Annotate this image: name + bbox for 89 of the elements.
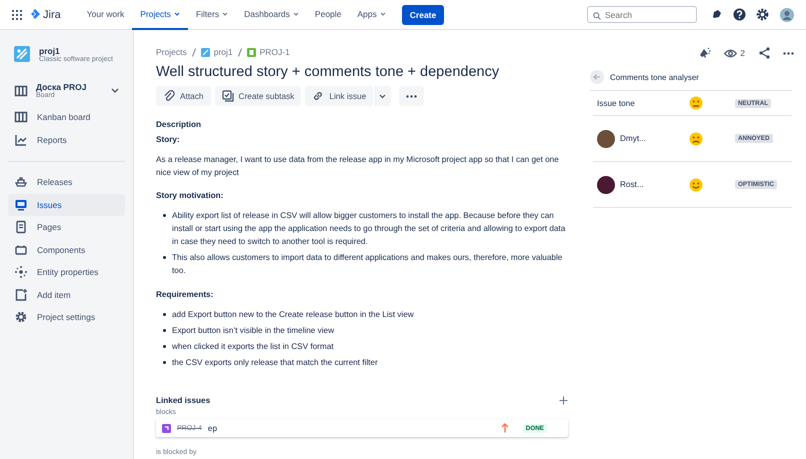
issue-title[interactable]: Well structured story + comments tone + dependency xyxy=(156,64,568,80)
sidebar-item[interactable]: Pages xyxy=(8,216,125,238)
breadcrumb-link[interactable]: proj1 xyxy=(200,47,233,58)
help-icon[interactable] xyxy=(733,8,746,21)
chevron-down-icon xyxy=(222,12,228,16)
sad-face-icon xyxy=(689,132,703,146)
description-heading: Story motivation: xyxy=(156,191,224,200)
add-page-icon xyxy=(14,288,28,302)
monitor-icon xyxy=(14,198,28,212)
nav-tab[interactable]: Projects xyxy=(132,0,188,30)
page-icon xyxy=(14,220,28,234)
avatar-icon xyxy=(597,130,615,148)
bullet-item: when clicked it exports the list in CSV format xyxy=(162,340,568,354)
row-label: Issue tone xyxy=(597,98,635,108)
board-icon xyxy=(14,84,28,98)
breadcrumb-link[interactable]: Projects xyxy=(156,47,187,58)
chevron-down-icon xyxy=(379,94,386,99)
sidebar-item[interactable]: Project settings xyxy=(8,306,125,328)
chevron-down-icon xyxy=(174,12,180,16)
commenter-name: Dmyt... xyxy=(620,134,646,143)
line-chart-icon xyxy=(14,132,28,147)
sidebar-item[interactable]: Issues xyxy=(8,194,125,216)
app-grid-icon[interactable] xyxy=(12,10,22,20)
chevron-down-icon xyxy=(111,88,119,94)
nav-tab[interactable]: Your work xyxy=(78,0,132,30)
chevron-down-icon xyxy=(292,12,299,16)
link-icon xyxy=(312,90,324,102)
nav-tab[interactable]: Dashboards xyxy=(236,0,307,30)
description-heading: Story: xyxy=(156,135,181,144)
slash-icon xyxy=(238,48,242,57)
chevron-down-icon xyxy=(380,12,386,16)
sidebar-item[interactable]: Reports xyxy=(8,128,125,151)
add-icon[interactable] xyxy=(559,396,568,406)
jira-logo[interactable]: Jira xyxy=(30,8,61,20)
project-name[interactable]: proj1 xyxy=(39,46,113,56)
nav-tab[interactable]: Filters xyxy=(188,0,236,30)
description-paragraph: As a release manager, I want to use data from the release app in my Microsoft project app so that I can get one nice view of my project xyxy=(156,154,560,180)
description-heading: Requirements: xyxy=(156,290,214,300)
box-icon xyxy=(14,242,28,257)
action-button[interactable]: Attach xyxy=(156,86,211,106)
issue-summary[interactable]: ep xyxy=(208,424,495,433)
priority-high-icon xyxy=(500,423,509,434)
bullet-item: the CSV exports only release that match the current filter xyxy=(162,356,568,370)
slash-icon xyxy=(192,48,196,57)
search-icon xyxy=(593,12,601,20)
section-heading: Linked issues xyxy=(156,396,210,406)
megaphone-icon[interactable] xyxy=(699,47,712,59)
create-button[interactable]: Create xyxy=(402,4,444,24)
board-name: Доска PROJ xyxy=(36,82,88,92)
subtask-icon xyxy=(222,90,234,102)
nodes-icon xyxy=(14,265,28,280)
columns-icon xyxy=(14,110,28,124)
project-avatar-icon xyxy=(200,48,210,57)
search-field[interactable]: Search xyxy=(587,6,697,23)
sidebar-item[interactable]: Add item xyxy=(8,284,125,306)
ship-icon xyxy=(14,175,28,190)
share-icon[interactable] xyxy=(758,47,770,59)
more-button[interactable] xyxy=(399,86,424,106)
sidebar-item[interactable]: Components xyxy=(8,238,125,261)
neutral-face-icon xyxy=(689,96,703,110)
settings-icon xyxy=(14,310,28,324)
bullet-item: This also allows customers to import data to different applications and makes ours, therefore, more valuable too. xyxy=(162,251,568,278)
project-avatar-icon xyxy=(14,46,30,62)
bullet-item: Ability export list of release in CSV will allow bigger customers to install the app. Because before they can install or start using the app the application needs to go through the set of criteria and allowing to export data in case they need to switch to another tool is required. xyxy=(162,209,568,248)
more-icon[interactable] xyxy=(783,52,794,54)
sidebar-item[interactable]: Releases xyxy=(8,171,125,194)
avatar-icon[interactable] xyxy=(780,8,794,22)
settings-icon[interactable] xyxy=(756,8,769,21)
sidebar-item[interactable]: Entity properties xyxy=(8,261,125,284)
bullet-item: add Export button new to the Create release button in the List view xyxy=(162,308,568,322)
description-label: Description xyxy=(156,120,202,130)
nav-tab[interactable]: People xyxy=(306,0,350,30)
story-icon xyxy=(246,48,256,57)
sidebar-item[interactable]: Kanban board xyxy=(8,106,125,128)
smiley-face-icon xyxy=(689,178,703,192)
action-button[interactable]: Create subtask xyxy=(214,86,302,106)
nav-tab[interactable]: Apps xyxy=(349,0,394,30)
commenter-name: Rost... xyxy=(620,180,644,189)
jira-mark-icon xyxy=(30,9,40,20)
paperclip-icon xyxy=(163,90,175,102)
panel-title: Comments tone analyser xyxy=(610,72,699,82)
more-icon xyxy=(406,94,418,98)
subtask-type-icon xyxy=(162,424,171,433)
bullet-item: Export button isn’t visible in the timeline view xyxy=(162,324,568,338)
watchers-button[interactable]: 2 xyxy=(724,48,745,58)
eye-icon xyxy=(724,48,738,58)
breadcrumb-link[interactable]: PROJ-1 xyxy=(246,47,290,58)
avatar-icon xyxy=(597,176,615,194)
action-button[interactable]: Link issue xyxy=(305,86,374,106)
